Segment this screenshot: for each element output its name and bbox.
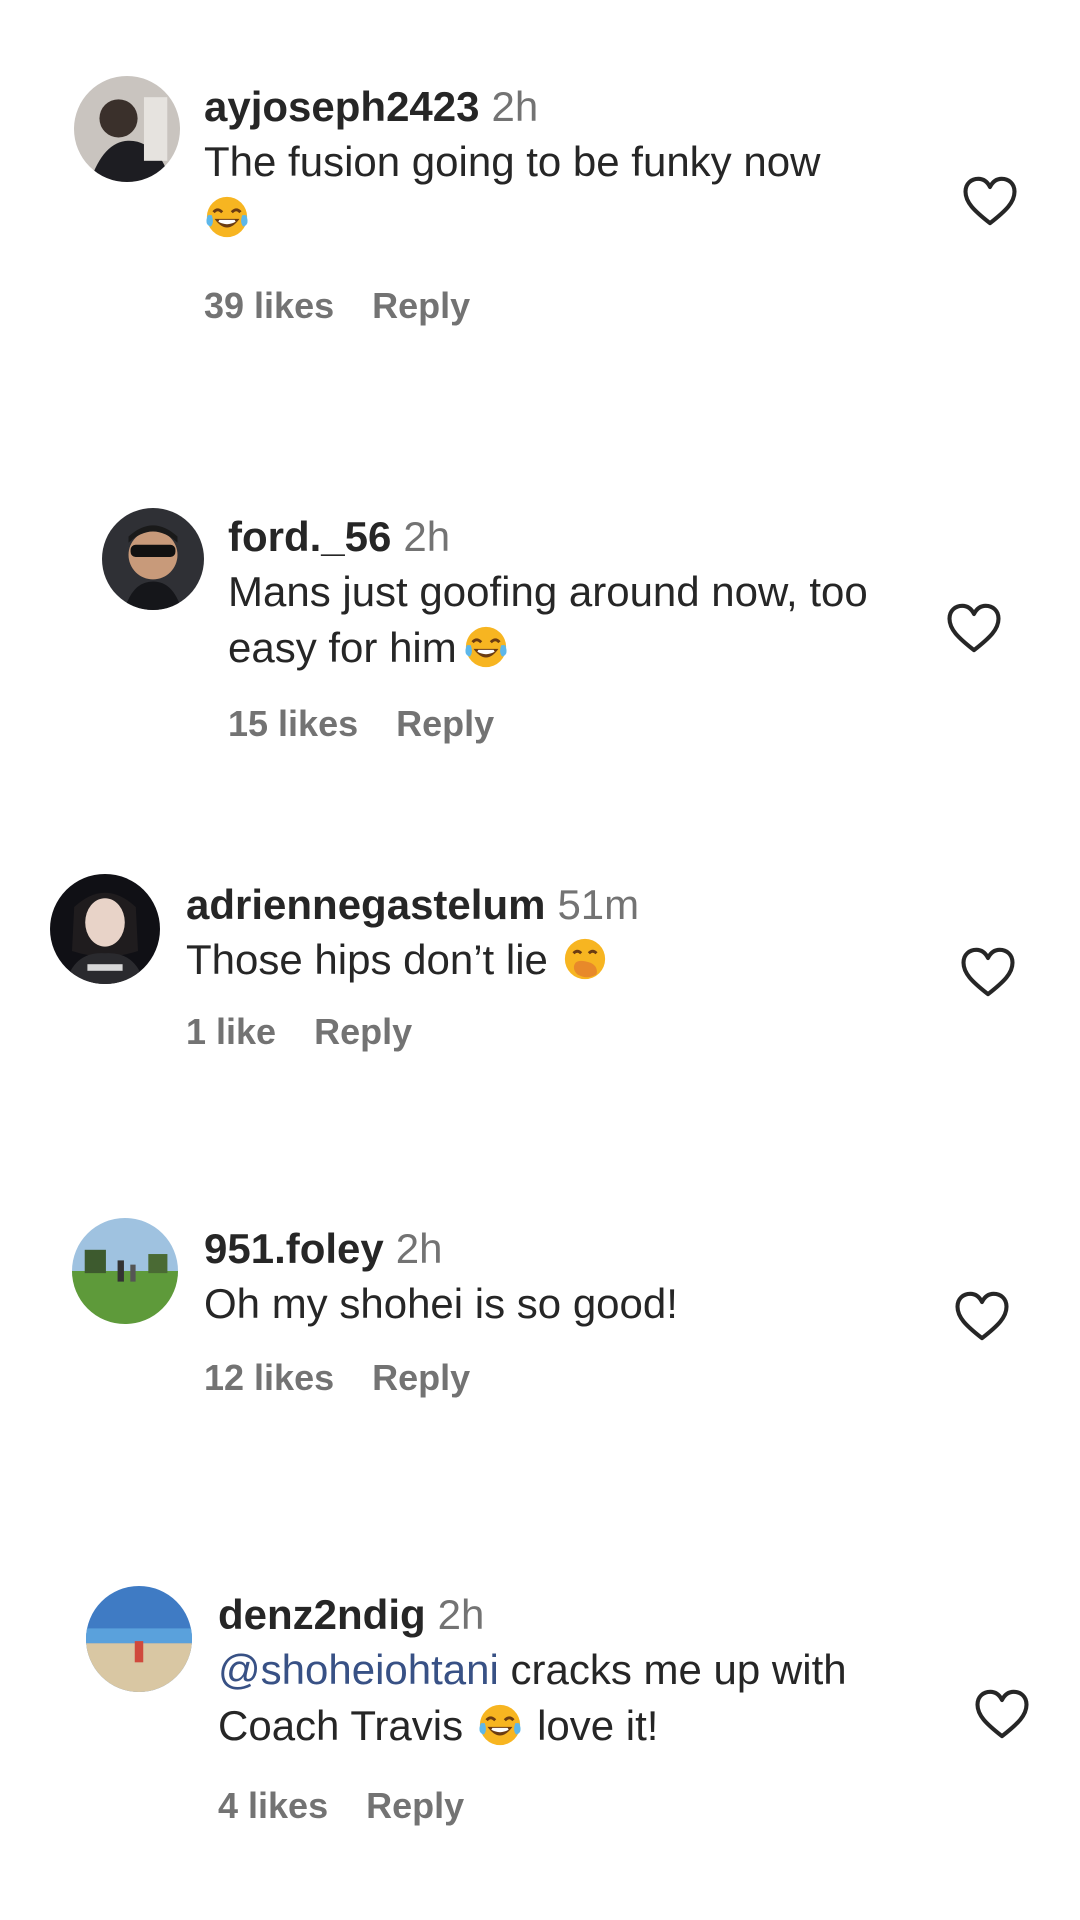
comment-text-content: Mans just goofing around now, too easy f… xyxy=(228,568,868,671)
comment-timestamp: 2h xyxy=(437,1591,485,1638)
comment-likes-count[interactable]: 1 like xyxy=(186,1011,276,1052)
reply-button[interactable]: Reply xyxy=(372,285,470,326)
comment-timestamp: 2h xyxy=(395,1225,443,1272)
heart-outline-icon[interactable] xyxy=(946,602,1002,654)
comment-text: The fusion going to be funky now xyxy=(204,134,924,246)
face-with-hand-over-mouth-emoji xyxy=(562,936,608,982)
heart-outline-icon[interactable] xyxy=(974,1688,1030,1740)
comment-text: @shoheiohtani cracks me up with Coach Tr… xyxy=(218,1642,938,1754)
avatar[interactable] xyxy=(74,76,180,182)
comment-likes-count[interactable]: 15 likes xyxy=(228,703,358,744)
tears-of-joy-emoji xyxy=(204,194,250,240)
tears-of-joy-emoji xyxy=(463,624,509,670)
comment-text-content: Those hips don’t lie xyxy=(186,936,548,983)
tears-of-joy-emoji xyxy=(477,1702,523,1748)
comment-mention-link[interactable]: @shoheiohtani xyxy=(218,1646,499,1693)
comment-text: Those hips don’t lie xyxy=(186,932,926,988)
heart-outline-icon[interactable] xyxy=(960,946,1016,998)
comment-timestamp: 2h xyxy=(403,513,451,560)
comment-timestamp: 2h xyxy=(491,83,539,130)
comment-likes-count[interactable]: 39 likes xyxy=(204,285,334,326)
heart-outline-icon[interactable] xyxy=(962,175,1018,227)
comment-timestamp: 51m xyxy=(557,881,640,928)
heart-outline-icon[interactable] xyxy=(954,1290,1010,1342)
avatar[interactable] xyxy=(72,1218,178,1324)
comment-username[interactable]: ford._56 xyxy=(228,513,391,560)
comment-likes-count[interactable]: 12 likes xyxy=(204,1357,334,1398)
reply-button[interactable]: Reply xyxy=(366,1785,464,1826)
reply-button[interactable]: Reply xyxy=(372,1357,470,1398)
avatar[interactable] xyxy=(50,874,160,984)
comment-text: Mans just goofing around now, too easy f… xyxy=(228,564,928,676)
comment-likes-count[interactable]: 4 likes xyxy=(218,1785,328,1826)
comment-username[interactable]: adriennegastelum xyxy=(186,881,545,928)
reply-button[interactable]: Reply xyxy=(314,1011,412,1052)
comment-text-content: Oh my shohei is so good! xyxy=(204,1280,678,1327)
avatar[interactable] xyxy=(86,1586,192,1692)
comment-username[interactable]: denz2ndig xyxy=(218,1591,426,1638)
comment-username[interactable]: 951.foley xyxy=(204,1225,384,1272)
reply-button[interactable]: Reply xyxy=(396,703,494,744)
comment-username[interactable]: ayjoseph2423 xyxy=(204,83,480,130)
comment-text-content: love it! xyxy=(537,1702,659,1749)
avatar[interactable] xyxy=(102,508,204,610)
comment-text-content: The fusion going to be funky now xyxy=(204,138,821,185)
comment-text: Oh my shohei is so good! xyxy=(204,1276,924,1332)
